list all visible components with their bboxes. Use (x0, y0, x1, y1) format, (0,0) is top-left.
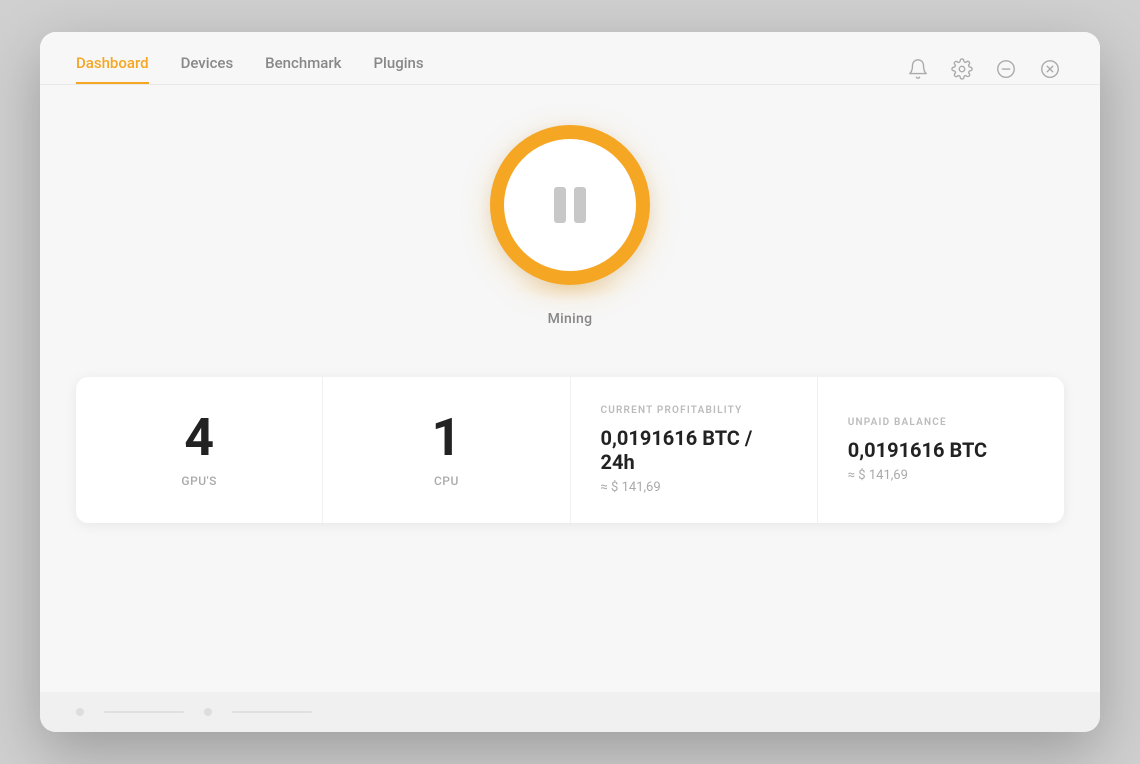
cpu-label: CPU (434, 474, 459, 488)
nav-icons (904, 55, 1064, 83)
bell-icon[interactable] (904, 55, 932, 83)
main-content: Mining 4 GPU'S 1 CPU CURRENT PROFITABILI… (40, 85, 1100, 692)
mining-pause-button[interactable] (490, 125, 650, 285)
balance-value: 0,0191616 BTC (848, 438, 987, 462)
nav-bar: Dashboard Devices Benchmark Plugins (40, 32, 1100, 84)
minimize-icon[interactable] (992, 55, 1020, 83)
profitability-usd: ≈ $ 141,69 (601, 480, 661, 495)
bottom-peek-line-2 (232, 711, 312, 713)
tab-devices[interactable]: Devices (181, 54, 234, 84)
pause-bar-right (574, 187, 586, 223)
close-icon[interactable] (1036, 55, 1064, 83)
tab-dashboard[interactable]: Dashboard (76, 54, 149, 84)
bottom-peek-line (104, 711, 184, 713)
stats-row: 4 GPU'S 1 CPU CURRENT PROFITABILITY 0,01… (76, 377, 1064, 523)
tab-benchmark[interactable]: Benchmark (265, 54, 341, 84)
gpu-label: GPU'S (181, 474, 216, 488)
profitability-value: 0,0191616 BTC / 24h (601, 426, 787, 474)
cpu-count: 1 (431, 412, 461, 464)
stat-card-gpus: 4 GPU'S (76, 377, 323, 523)
bottom-peek-dot (76, 708, 84, 716)
pause-icon (554, 187, 586, 223)
stat-card-cpu: 1 CPU (323, 377, 570, 523)
settings-icon[interactable] (948, 55, 976, 83)
stat-card-balance: UNPAID BALANCE 0,0191616 BTC ≈ $ 141,69 (818, 377, 1064, 523)
pause-bar-left (554, 187, 566, 223)
tab-plugins[interactable]: Plugins (373, 54, 423, 84)
bottom-peek (40, 692, 1100, 732)
nav-tabs: Dashboard Devices Benchmark Plugins (76, 54, 424, 84)
balance-usd: ≈ $ 141,69 (848, 468, 908, 483)
balance-section-label: UNPAID BALANCE (848, 417, 947, 428)
app-window: Dashboard Devices Benchmark Plugins (40, 32, 1100, 732)
profitability-section-label: CURRENT PROFITABILITY (601, 405, 743, 416)
mining-button-container: Mining (490, 125, 650, 327)
stat-card-profitability: CURRENT PROFITABILITY 0,0191616 BTC / 24… (571, 377, 818, 523)
gpu-count: 4 (184, 412, 214, 464)
mining-status-label: Mining (548, 311, 593, 327)
bottom-peek-dot-2 (204, 708, 212, 716)
